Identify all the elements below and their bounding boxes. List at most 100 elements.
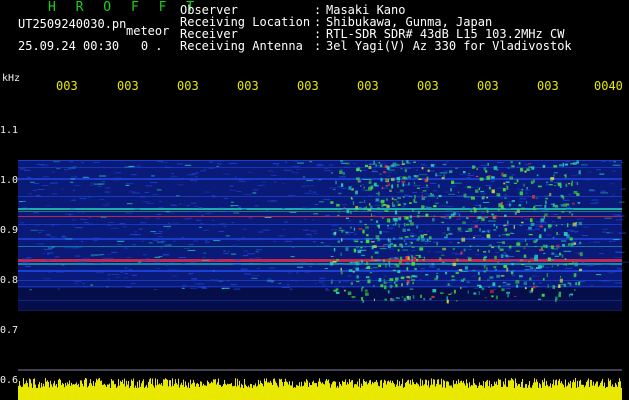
amplitude-bar (554, 385, 555, 400)
noise-speckle (223, 197, 229, 199)
noise-speckle (111, 251, 118, 253)
amplitude-bar (260, 380, 261, 400)
meteor-echo (478, 271, 480, 276)
noise-speckle (203, 252, 206, 254)
meteor-echo (528, 260, 531, 263)
noise-speckle (302, 229, 309, 231)
amplitude-bar (262, 383, 263, 400)
meteor-echo (466, 217, 469, 220)
noise-speckle (313, 263, 318, 265)
meteor-echo (369, 179, 372, 181)
meteor-echo (392, 162, 397, 167)
noise-speckle (338, 281, 341, 283)
amplitude-bar (440, 384, 441, 400)
amplitude-bar (518, 384, 519, 400)
amplitude-bar (252, 387, 253, 400)
meteor-echo (370, 219, 373, 221)
meteor-echo (375, 235, 380, 239)
meteor-echo (485, 170, 488, 173)
noise-speckle (323, 199, 330, 201)
amplitude-bar (569, 383, 570, 400)
meteor-echo (475, 189, 479, 193)
amplitude-bar (419, 386, 420, 400)
meteor-echo (547, 284, 549, 289)
amplitude-bar (183, 379, 184, 400)
amplitude-bar (193, 379, 194, 400)
amplitude-bar (549, 386, 550, 400)
amplitude-bar (422, 380, 423, 400)
meteor-echo (541, 265, 545, 268)
noise-speckle (111, 274, 120, 275)
noise-speckle (43, 248, 52, 250)
meteor-echo (446, 296, 448, 300)
noise-speckle (145, 185, 153, 187)
noise-speckle (212, 270, 215, 272)
amplitude-bar (263, 386, 264, 400)
meteor-echo (398, 216, 402, 221)
amplitude-bar (284, 381, 285, 400)
noise-speckle (267, 170, 274, 172)
meteor-echo (569, 237, 573, 241)
noise-speckle (524, 189, 531, 191)
amplitude-bar (497, 385, 498, 400)
noise-speckle (52, 246, 56, 248)
meteor-echo (506, 267, 509, 272)
meteor-echo (504, 197, 507, 199)
meteor-echo (384, 298, 387, 301)
amplitude-bar (394, 384, 395, 400)
meteor-echo (552, 203, 556, 208)
meteor-echo (402, 183, 405, 187)
noise-speckle (322, 284, 326, 286)
noise-speckle (551, 224, 554, 226)
meteor-echo (368, 186, 373, 191)
amplitude-bar (212, 382, 213, 400)
amplitude-bar (298, 385, 299, 400)
noise-speckle (474, 254, 480, 256)
noise-speckle (281, 286, 290, 288)
amplitude-bar (232, 386, 233, 400)
meteor-echo (420, 238, 425, 242)
meteor-echo (450, 292, 453, 294)
noise-speckle (481, 212, 485, 214)
noise-speckle (128, 191, 136, 193)
noise-speckle (49, 182, 58, 184)
meteor-echo (383, 281, 387, 284)
amplitude-bar (118, 379, 119, 400)
amplitude-bar (583, 384, 584, 400)
amplitude-bar (213, 379, 214, 400)
meteor-echo (343, 289, 346, 292)
amplitude-bar (500, 379, 501, 400)
noise-speckle (71, 175, 78, 177)
amplitude-bar (53, 383, 54, 400)
meteor-echo (556, 244, 560, 248)
amplitude-bar (148, 382, 149, 400)
noise-speckle (46, 233, 50, 235)
meteor-echo (524, 170, 527, 173)
noise-speckle (499, 197, 503, 199)
noise-speckle (443, 170, 449, 172)
amplitude-bar (543, 382, 544, 400)
amplitude-bar (539, 383, 540, 400)
amplitude-bar (575, 378, 576, 400)
noise-speckle (208, 167, 215, 169)
noise-speckle (505, 287, 511, 289)
meteor-echo (331, 279, 333, 281)
noise-speckle (53, 161, 60, 163)
amplitude-bar (110, 388, 111, 400)
meteor-echo (578, 252, 580, 255)
noise-speckle (570, 230, 579, 232)
amplitude-bar (604, 382, 605, 400)
meteor-echo (397, 203, 401, 206)
meteor-echo (365, 226, 369, 229)
noise-speckle (165, 211, 170, 213)
noise-speckle (176, 163, 183, 165)
amplitude-bar (292, 381, 293, 400)
noise-speckle (125, 184, 130, 186)
noise-speckle (125, 183, 134, 185)
noise-speckle (613, 214, 620, 216)
amplitude-bar (286, 381, 287, 400)
meteor-echo (370, 255, 373, 259)
meteor-echo (474, 225, 478, 228)
amplitude-bar (540, 384, 541, 400)
meteor-echo (443, 174, 445, 178)
